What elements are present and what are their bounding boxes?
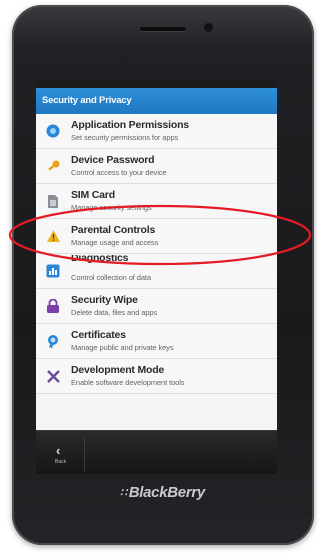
item-title: Security Wipe bbox=[71, 294, 138, 306]
item-description: Set security permissions for apps bbox=[71, 133, 179, 142]
list-item-parental-controls[interactable]: Parental Controls Manage usage and acces… bbox=[36, 219, 277, 254]
item-description: Manage public and private keys bbox=[71, 343, 174, 352]
item-description: Delete data, files and apps bbox=[71, 308, 158, 317]
certificate-icon bbox=[45, 333, 61, 349]
item-description: Manage security settings bbox=[71, 203, 152, 212]
settings-list: Application Permissions Set security per… bbox=[36, 114, 277, 394]
front-camera bbox=[204, 23, 213, 32]
earpiece bbox=[140, 27, 186, 31]
list-item-device-password[interactable]: Device Password Control access to your d… bbox=[36, 149, 277, 184]
brand-logo: ∷ BlackBerry bbox=[0, 484, 325, 501]
item-description: Control collection of data bbox=[71, 273, 151, 282]
list-item-sim-card[interactable]: SIM Card Manage security settings bbox=[36, 184, 277, 219]
chevron-left-icon: ‹ bbox=[56, 443, 61, 458]
item-title-clipped: Diagnostics bbox=[71, 255, 181, 265]
item-description: Control access to your device bbox=[71, 168, 167, 177]
list-item-development-mode[interactable]: Development Mode Enable software develop… bbox=[36, 359, 277, 394]
brand-name: BlackBerry bbox=[128, 484, 206, 501]
page-title: Security and Privacy bbox=[36, 88, 277, 114]
item-title: SIM Card bbox=[71, 189, 115, 201]
status-bar bbox=[36, 80, 277, 88]
action-bar: ‹ Back bbox=[36, 430, 277, 474]
key-icon bbox=[45, 158, 61, 174]
list-item-security-wipe[interactable]: Security Wipe Delete data, files and app… bbox=[36, 289, 277, 324]
item-description: Enable software development tools bbox=[71, 378, 185, 387]
back-label: Back bbox=[55, 459, 67, 465]
device-screen: Security and Privacy Application Permiss… bbox=[36, 80, 277, 474]
list-item-application-permissions[interactable]: Application Permissions Set security per… bbox=[36, 114, 277, 149]
item-title: Development Mode bbox=[71, 364, 165, 376]
sim-card-icon bbox=[45, 193, 61, 209]
list-item-certificates[interactable]: Certificates Manage public and private k… bbox=[36, 324, 277, 359]
app-permissions-icon bbox=[45, 123, 61, 139]
back-button[interactable]: ‹ Back bbox=[42, 437, 85, 471]
item-description: Manage usage and access bbox=[71, 238, 159, 247]
lock-icon bbox=[45, 298, 61, 314]
diagnostics-icon bbox=[45, 263, 61, 279]
tools-icon bbox=[45, 368, 61, 384]
item-title: Application Permissions bbox=[71, 119, 189, 131]
warning-icon bbox=[45, 228, 61, 244]
item-title: Diagnostics bbox=[71, 255, 129, 264]
blackberry-logo-icon: ∷ bbox=[120, 487, 127, 499]
list-item-diagnostics[interactable]: Diagnostics Control collection of data bbox=[36, 254, 277, 289]
item-title: Parental Controls bbox=[71, 224, 156, 236]
item-title: Device Password bbox=[71, 154, 155, 166]
item-title: Certificates bbox=[71, 329, 126, 341]
